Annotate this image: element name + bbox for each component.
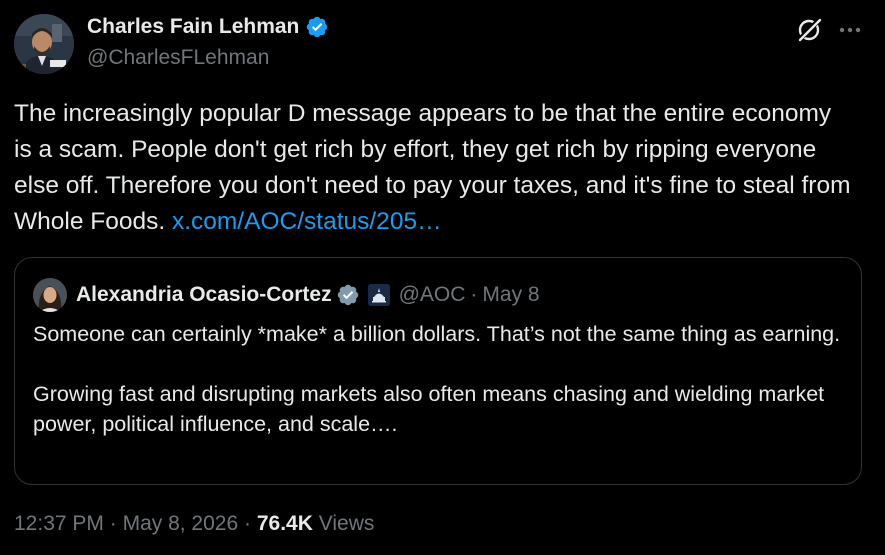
views-label: Views bbox=[318, 512, 375, 535]
tweet-meta: 12:37 PM · May 8, 2026 · 76.4K Views bbox=[14, 512, 374, 536]
verified-badge-icon bbox=[307, 16, 328, 38]
quoted-author-handle[interactable]: @AOC bbox=[399, 283, 466, 307]
quoted-tweet[interactable]: Alexandria Ocasio-Cortez @AOC · May 8 So… bbox=[14, 257, 862, 485]
quoted-header: Alexandria Ocasio-Cortez @AOC · May 8 bbox=[76, 280, 540, 310]
author-name[interactable]: Charles Fain Lehman bbox=[87, 15, 299, 39]
tweet-text: The increasingly popular D message appea… bbox=[14, 96, 854, 240]
quoted-author-name[interactable]: Alexandria Ocasio-Cortez bbox=[76, 283, 332, 307]
separator-dot: · bbox=[244, 512, 251, 535]
quoted-paragraph-2: Growing fast and disrupting markets also… bbox=[33, 382, 825, 436]
verified-badge-icon bbox=[337, 284, 358, 306]
post-time[interactable]: 12:37 PM bbox=[14, 512, 104, 535]
post-date[interactable]: May 8, 2026 bbox=[123, 512, 239, 535]
more-icon[interactable] bbox=[836, 16, 864, 44]
capitol-affiliation-icon[interactable] bbox=[367, 284, 390, 306]
grok-icon[interactable] bbox=[795, 16, 823, 44]
quoted-text: Someone can certainly *make* a billion d… bbox=[33, 319, 843, 439]
views-count[interactable]: 76.4K bbox=[257, 512, 313, 535]
separator-dot: · bbox=[470, 283, 478, 306]
tweet-link[interactable]: x.com/AOC/status/205… bbox=[172, 208, 442, 235]
author-name-row[interactable]: Charles Fain Lehman bbox=[87, 15, 329, 39]
separator-dot: · bbox=[109, 512, 117, 535]
quoted-author-avatar[interactable] bbox=[33, 278, 67, 312]
author-handle[interactable]: @CharlesFLehman bbox=[87, 46, 269, 70]
quoted-paragraph-1: Someone can certainly *make* a billion d… bbox=[33, 322, 841, 346]
tweet-card: Charles Fain Lehman @CharlesFLehman The … bbox=[0, 0, 885, 555]
author-avatar[interactable] bbox=[14, 14, 74, 74]
quoted-date[interactable]: May 8 bbox=[482, 283, 539, 307]
